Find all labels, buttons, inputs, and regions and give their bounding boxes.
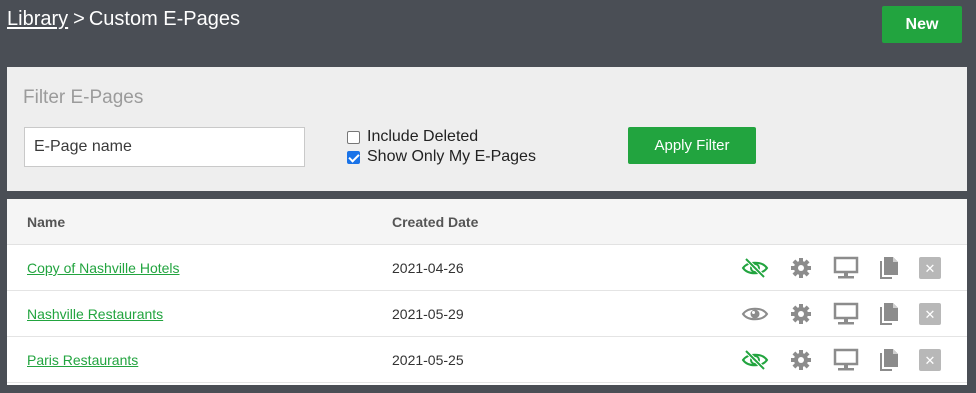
- epage-name-link[interactable]: Nashville Restaurants: [27, 306, 163, 322]
- filter-title: Filter E-Pages: [23, 87, 144, 108]
- apply-filter-button[interactable]: Apply Filter: [628, 127, 756, 164]
- include-deleted-label: Include Deleted: [367, 128, 479, 145]
- delete-icon[interactable]: ✕: [917, 245, 943, 291]
- breadcrumb-library-link[interactable]: Library: [7, 8, 68, 30]
- copy-icon[interactable]: [875, 245, 903, 291]
- include-deleted-option[interactable]: Include Deleted: [347, 127, 478, 147]
- delete-icon[interactable]: ✕: [917, 337, 943, 383]
- filter-panel: Filter E-Pages Include Deleted Show Only…: [7, 67, 967, 191]
- show-only-mine-option[interactable]: Show Only My E-Pages: [347, 147, 536, 167]
- created-date: 2021-05-25: [392, 352, 464, 368]
- page-header: Library > Custom E-Pages New: [0, 0, 976, 60]
- eye-icon[interactable]: [739, 291, 771, 337]
- table-row: Paris Restaurants 2021-05-25 ✕: [7, 337, 967, 383]
- eye-slash-icon[interactable]: [739, 337, 771, 383]
- column-header-name: Name: [27, 214, 66, 230]
- monitor-icon[interactable]: [830, 291, 862, 337]
- table-row: Copy of Nashville Hotels 2021-04-26 ✕: [7, 245, 967, 291]
- monitor-icon[interactable]: [830, 245, 862, 291]
- copy-icon[interactable]: [875, 291, 903, 337]
- breadcrumb-separator: >: [73, 8, 85, 30]
- include-deleted-checkbox[interactable]: [347, 130, 360, 144]
- gear-icon[interactable]: [787, 245, 815, 291]
- page-title: Custom E-Pages: [88, 8, 240, 30]
- column-header-created-date: Created Date: [392, 214, 479, 230]
- show-only-mine-checkbox[interactable]: [347, 150, 360, 164]
- delete-icon[interactable]: ✕: [917, 291, 943, 337]
- table-row: Nashville Restaurants 2021-05-29 ✕: [7, 291, 967, 337]
- epage-name-link[interactable]: Copy of Nashville Hotels: [27, 260, 180, 276]
- breadcrumb: Library > Custom E-Pages: [7, 7, 240, 31]
- copy-icon[interactable]: [875, 337, 903, 383]
- show-only-mine-label: Show Only My E-Pages: [367, 148, 536, 165]
- created-date: 2021-05-29: [392, 306, 464, 322]
- table-header: Name Created Date: [7, 199, 967, 245]
- epages-table: Name Created Date Copy of Nashville Hote…: [7, 199, 967, 385]
- new-button[interactable]: New: [882, 6, 962, 43]
- gear-icon[interactable]: [787, 291, 815, 337]
- gear-icon[interactable]: [787, 337, 815, 383]
- epage-name-input[interactable]: [24, 127, 305, 167]
- monitor-icon[interactable]: [830, 337, 862, 383]
- eye-slash-icon[interactable]: [739, 245, 771, 291]
- created-date: 2021-04-26: [392, 260, 464, 276]
- epage-name-link[interactable]: Paris Restaurants: [27, 352, 138, 368]
